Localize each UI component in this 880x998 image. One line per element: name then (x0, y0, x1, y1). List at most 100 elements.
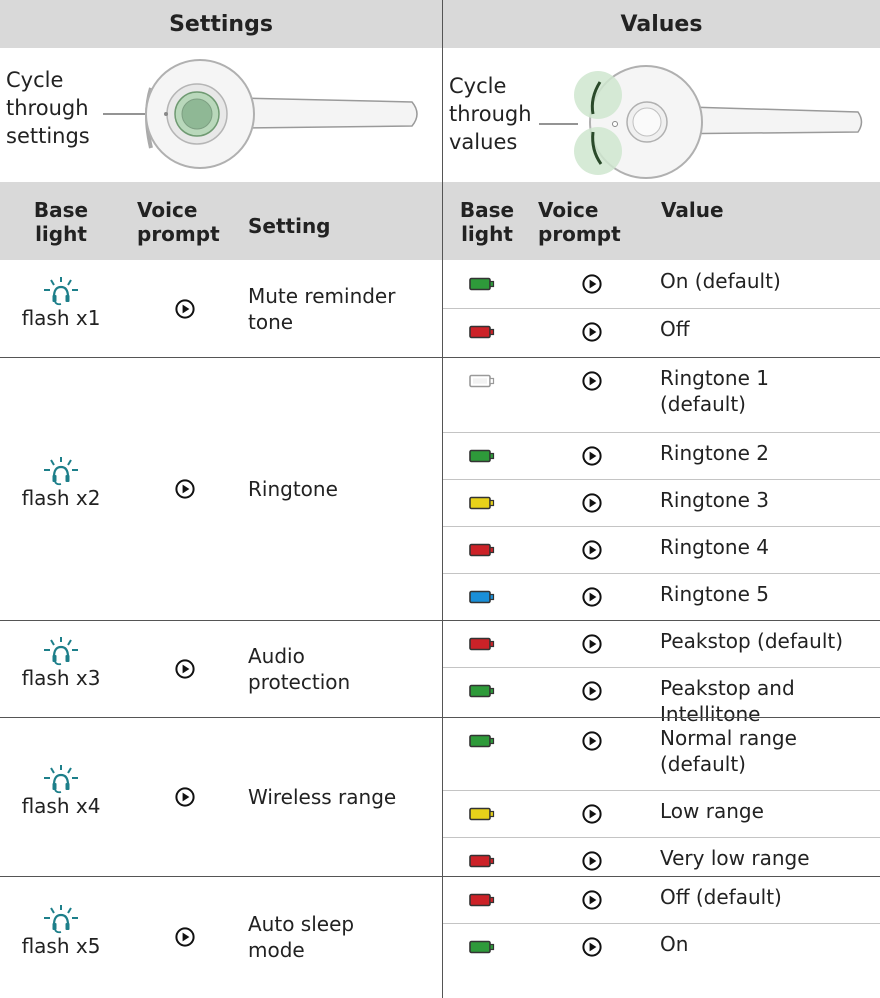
column-divider (442, 0, 443, 998)
illus-line: values (449, 130, 518, 154)
headset-light-icon (44, 905, 78, 934)
row-divider (0, 876, 442, 877)
values-column-header: Base light Voice prompt Value (443, 182, 880, 260)
header-line: Voice (538, 198, 599, 222)
value-label-line: Ringtone 5 (660, 582, 769, 606)
value-label: Low range (660, 798, 764, 824)
battery-light-icon (469, 854, 495, 868)
battery-light-icon (469, 374, 495, 388)
value-label: Normal range (default) (660, 725, 797, 777)
values-illustration-label: Cycle through values (449, 72, 532, 156)
value-label-line: Peakstop and (660, 676, 795, 700)
value-label-line: On (default) (660, 269, 781, 293)
value-label-line: Off (660, 317, 690, 341)
flash-count: flash x2 (21, 485, 101, 510)
value-label-line: Very low range (660, 846, 810, 870)
value-label-line: Ringtone 2 (660, 441, 769, 465)
settings-header: Settings (0, 0, 442, 48)
settings-illustration: Cycle through settings (0, 48, 442, 181)
play-icon (582, 371, 602, 391)
illus-line: through (6, 96, 89, 120)
value-label: Ringtone 5 (660, 581, 769, 607)
setting-name-line: Mute reminder (248, 283, 396, 308)
value-label: Peakstop (default) (660, 628, 843, 654)
battery-light-icon (469, 734, 495, 748)
setting-name: Audio protection (248, 643, 350, 695)
value-label: Ringtone 2 (660, 440, 769, 466)
value-label-line: Off (default) (660, 885, 782, 909)
value-label-line: (default) (660, 752, 746, 776)
header-line: light (35, 222, 87, 246)
battery-light-icon (469, 637, 495, 651)
setting-name-line: Audio (248, 643, 305, 668)
play-icon (175, 786, 195, 807)
flash-count: flash x3 (21, 665, 101, 690)
setting-name-line: Auto sleep (248, 912, 355, 936)
value-label: Off (default) (660, 884, 782, 910)
setting-name-line: Wireless range (248, 784, 397, 809)
value-label: Ringtone 4 (660, 534, 769, 560)
setting-header: Setting (248, 214, 331, 238)
value-label: On (default) (660, 268, 781, 294)
values-illustration: Cycle through values (443, 48, 880, 181)
value-header: Value (661, 198, 724, 222)
play-icon (582, 804, 602, 824)
settings-illustration-label: Cycle through settings (6, 66, 90, 150)
base-light-cell: flash x2 (11, 456, 111, 510)
headset-light-icon (44, 636, 78, 665)
headset-light-icon (44, 764, 78, 793)
battery-light-icon (469, 940, 495, 954)
battery-light-icon (469, 807, 495, 821)
values-header-label: Values (620, 11, 703, 37)
header-line: Base (459, 198, 515, 222)
value-label-line: Peakstop (default) (660, 629, 844, 653)
play-icon (175, 478, 195, 499)
setting-name: Wireless range (248, 784, 396, 810)
row-divider (0, 357, 442, 358)
headset-light-icon (44, 276, 78, 305)
value-label: On (660, 931, 688, 957)
settings-header-label: Settings (169, 11, 273, 37)
play-icon (582, 937, 602, 957)
header-line: light (461, 222, 513, 246)
illus-line: through (449, 102, 532, 126)
battery-light-icon (469, 496, 495, 510)
value-label-line: Ringtone 4 (660, 535, 769, 559)
base-light-header: Base light (26, 198, 96, 246)
play-icon (582, 587, 602, 607)
flash-count: flash x4 (21, 793, 101, 818)
voice-prompt-header: Voice prompt (137, 198, 220, 246)
headset-light-icon (44, 456, 78, 485)
setting-name-line: tone (248, 309, 294, 334)
value-label-line: Normal range (660, 726, 797, 750)
base-light-cell: flash x5 (11, 904, 111, 958)
play-icon (582, 493, 602, 513)
base-light-cell: flash x1 (11, 276, 111, 330)
illus-line: Cycle (6, 68, 64, 92)
battery-light-icon (469, 590, 495, 604)
settings-column-header: Base light Voice prompt Setting (0, 182, 442, 260)
row-divider (0, 620, 442, 621)
header-line: prompt (137, 222, 220, 246)
value-label-line: On (660, 932, 689, 956)
play-icon (175, 298, 195, 319)
battery-light-icon (469, 684, 495, 698)
play-icon (582, 540, 602, 560)
header-line: Base (33, 198, 89, 222)
battery-light-icon (469, 893, 495, 907)
base-light-cell: flash x4 (11, 764, 111, 818)
battery-light-icon (469, 543, 495, 557)
battery-light-icon (469, 449, 495, 463)
header-line: prompt (538, 222, 621, 246)
value-label-line: Low range (660, 799, 764, 823)
play-icon (582, 446, 602, 466)
play-icon (582, 851, 602, 871)
play-icon (582, 681, 602, 701)
header-line: Voice (137, 198, 198, 222)
flash-count: flash x5 (21, 934, 101, 958)
setting-name-line: mode (248, 938, 305, 962)
play-icon (582, 274, 602, 294)
illus-line: settings (6, 124, 90, 148)
play-icon (582, 890, 602, 910)
battery-light-icon (469, 277, 495, 291)
